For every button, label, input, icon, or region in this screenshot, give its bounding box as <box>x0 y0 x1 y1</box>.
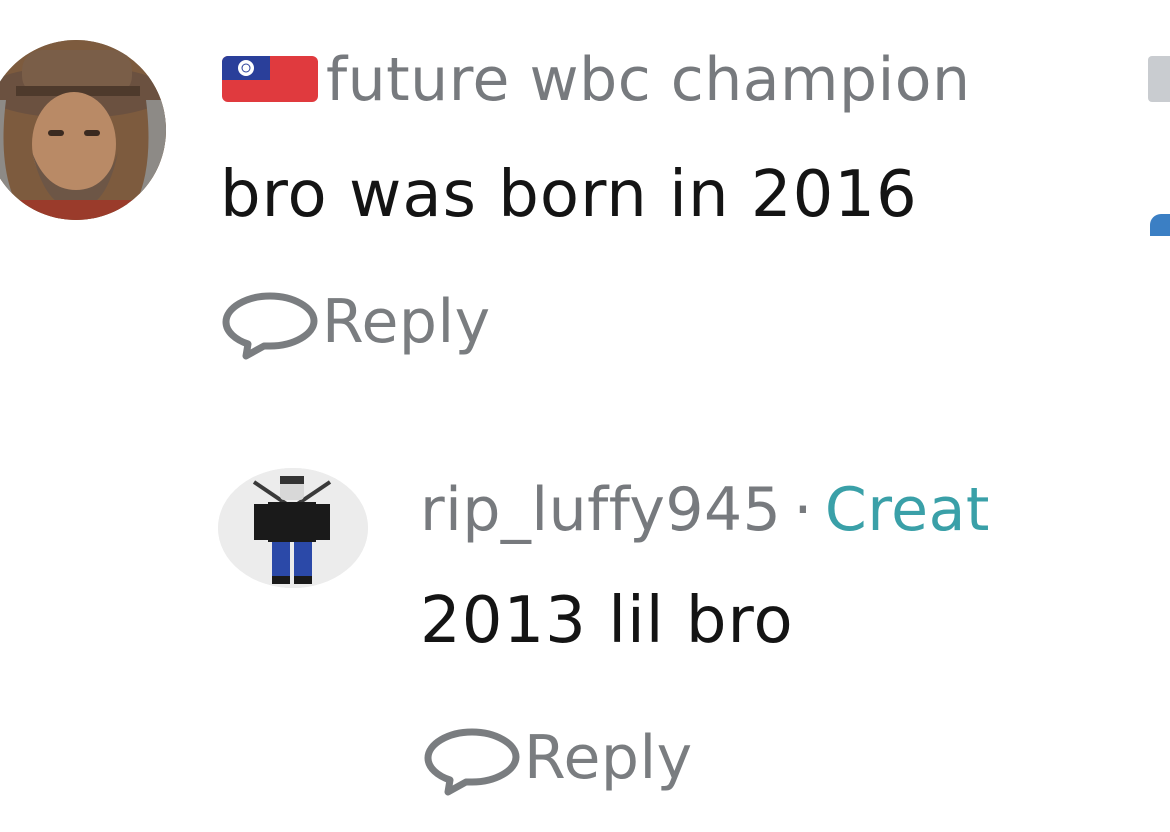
replier-avatar[interactable] <box>218 468 368 588</box>
speech-bubble-icon <box>420 718 524 798</box>
reply-text: 2013 lil bro <box>420 584 794 658</box>
comment-text: bro was born in 2016 <box>220 158 918 232</box>
reply-label: Reply <box>524 723 693 793</box>
commenter-username[interactable]: future wbc champion <box>326 40 970 120</box>
emoji-icon <box>1150 214 1170 236</box>
emoji-icon <box>1148 56 1170 102</box>
replier-username[interactable]: rip_luffy945 <box>420 475 781 545</box>
reply-label: Reply <box>322 287 491 357</box>
reply-button[interactable]: Reply <box>420 718 693 798</box>
reply-button[interactable]: Reply <box>218 282 491 362</box>
speech-bubble-icon <box>218 282 322 362</box>
creator-badge: Creat <box>824 475 990 545</box>
reply-header: rip_luffy945 · Creat <box>420 470 990 550</box>
taiwan-flag-icon <box>222 56 318 102</box>
separator-dot: · <box>793 475 813 545</box>
commenter-avatar[interactable] <box>0 40 166 220</box>
